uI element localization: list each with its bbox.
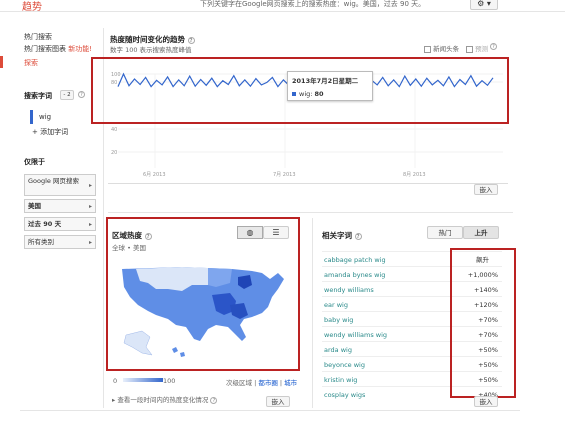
us-map[interactable] <box>112 255 292 365</box>
region-links: 次级区域 | 都市圈 | 城市 <box>226 379 298 387</box>
help-icon[interactable]: ? <box>144 232 152 240</box>
brand-title[interactable]: 趋势 <box>22 0 42 13</box>
query-description: 下列关键字在Google网页搜索上的搜索热度：wig。美国，过去 90 天。 <box>200 0 426 8</box>
help-icon[interactable]: ? <box>187 36 195 44</box>
chevron-right-icon: ▸ <box>88 182 92 189</box>
city-link[interactable]: 城市 <box>284 379 297 387</box>
forecast-toggle[interactable]: 预测 <box>466 43 488 53</box>
embed-button-related[interactable]: 嵌入 <box>474 396 498 407</box>
chart-baseline <box>108 183 508 184</box>
sidebar-item-hot-searches[interactable]: 热门搜索 <box>24 32 52 42</box>
divider <box>312 218 313 408</box>
legend-gradient <box>123 378 163 382</box>
chevron-down-icon: ▾ <box>486 0 491 8</box>
sidebar-item-explore[interactable]: 探索 <box>24 58 38 68</box>
tooltip-series: wig: 80 <box>292 90 368 98</box>
checkbox[interactable] <box>466 45 473 53</box>
filter-country[interactable]: 美国 ▸ <box>24 199 96 213</box>
list-view-button[interactable]: ☰ <box>263 226 289 239</box>
help-icon[interactable]: ? <box>78 91 85 98</box>
footer-divider <box>20 410 520 411</box>
add-term-link[interactable]: + 添加字词 <box>32 127 68 137</box>
sidebar-item-hot-charts[interactable]: 热门搜索图表 新功能! <box>24 44 92 54</box>
highlight-box-values <box>450 248 516 398</box>
help-icon[interactable]: ? <box>354 232 362 240</box>
x-tick-label: 7月 2013 <box>273 172 296 178</box>
legend-min: 0 <box>113 377 118 385</box>
help-icon[interactable]: ? <box>490 43 497 50</box>
checkbox[interactable] <box>424 45 431 53</box>
plus-icon: + <box>32 128 38 136</box>
x-tick-label: 8月 2013 <box>403 172 426 178</box>
help-icon[interactable]: ? <box>210 396 218 404</box>
series-swatch <box>292 92 296 96</box>
filter-category[interactable]: 所有类别 ▸ <box>24 235 96 249</box>
y-tick-label: 20 <box>111 150 117 156</box>
interest-subtitle: 数字 100 表示搜索热度峰值 <box>110 46 192 54</box>
globe-view-button[interactable]: ◍ <box>237 226 263 239</box>
chevron-right-icon: ▸ <box>88 221 92 228</box>
alaska-region <box>123 330 153 356</box>
tab-rising[interactable]: 上升 <box>463 226 499 239</box>
list-icon: ☰ <box>272 228 280 237</box>
chevron-right-icon: ▸ <box>112 396 116 404</box>
chart-tooltip: 2013年7月2日星期二 wig: 80 <box>287 71 373 101</box>
tooltip-date: 2013年7月2日星期二 <box>292 77 359 85</box>
region-title: 区域热度 ? <box>112 230 152 241</box>
restrict-heading: 仅限于 <box>24 158 45 166</box>
related-title: 相关字词 ? <box>322 230 362 241</box>
new-feature-badge: 新功能! <box>68 45 93 53</box>
search-terms-heading: 搜索字词 <box>24 92 52 100</box>
x-tick-label: 6月 2013 <box>143 172 166 178</box>
term-menu-button[interactable]: - 2 <box>60 90 74 100</box>
chevron-right-icon: ▸ <box>88 203 92 210</box>
subregion-link[interactable]: 次级区域 <box>226 379 252 387</box>
active-indicator <box>0 56 3 68</box>
related-term[interactable]: cosplay wigs <box>324 387 365 403</box>
y-tick-label: 40 <box>111 127 117 133</box>
globe-icon: ◍ <box>246 228 254 237</box>
gear-icon: ⚙ <box>477 0 485 8</box>
divider <box>108 212 513 213</box>
embed-button-map[interactable]: 嵌入 <box>266 396 290 407</box>
timeline-toggle[interactable]: ▸ 查看一段时间内的热度变化情况 ? <box>112 396 222 405</box>
hawaii-region <box>172 347 185 357</box>
region-breadcrumb: 全球 • 美国 <box>112 244 146 252</box>
legend-max: 100 <box>163 377 176 385</box>
embed-button-chart[interactable]: 嵌入 <box>474 184 498 195</box>
settings-button[interactable]: ⚙ ▾ <box>470 0 498 10</box>
tab-top[interactable]: 热门 <box>427 226 463 239</box>
filter-web-search[interactable]: Google 网页搜索 ▸ <box>24 174 96 196</box>
metro-link[interactable]: 都市圈 <box>258 379 278 387</box>
chevron-right-icon: ▸ <box>88 239 92 246</box>
search-term-wig[interactable]: wig <box>30 110 90 124</box>
news-headlines-toggle[interactable]: 新闻头条 <box>424 43 459 53</box>
filter-time-range[interactable]: 过去 90 天 ▸ <box>24 217 96 231</box>
